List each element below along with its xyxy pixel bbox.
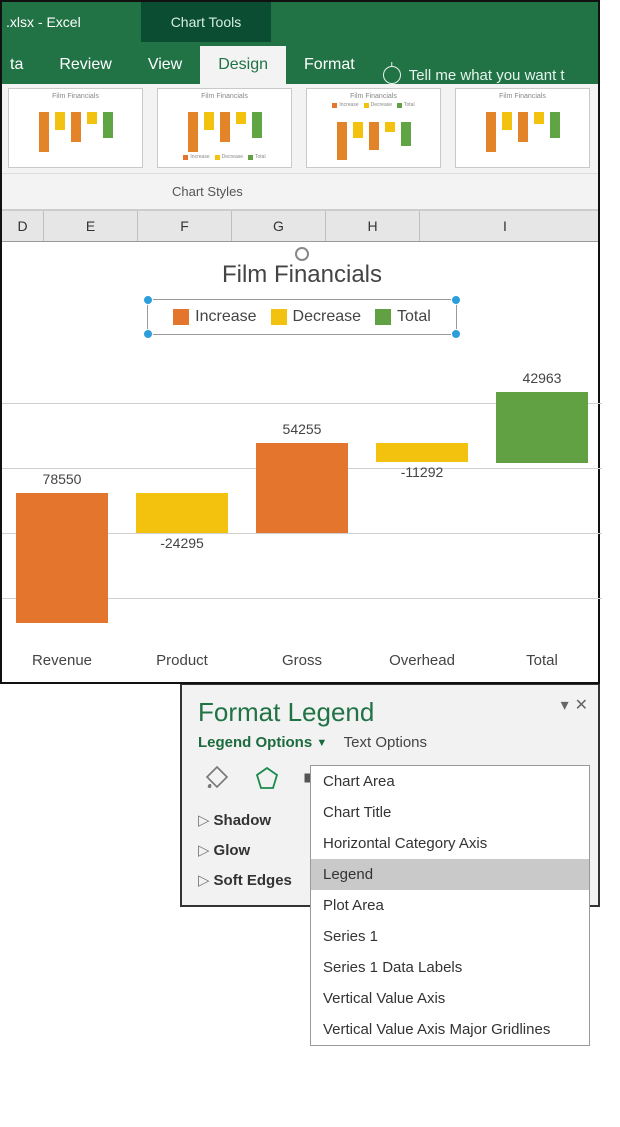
col-header[interactable]: I: [420, 211, 590, 241]
chart-styles-label: Chart Styles: [2, 174, 598, 210]
x-label: Overhead: [362, 652, 482, 669]
tab-view[interactable]: View: [130, 46, 200, 84]
legend-item-increase: Increase: [173, 308, 256, 326]
dropdown-item[interactable]: Plot Area: [311, 890, 589, 921]
pane-title: Format Legend: [198, 697, 598, 728]
x-axis: Revenue Product Gross Overhead Total: [2, 652, 602, 669]
tab-review[interactable]: Review: [41, 46, 129, 84]
col-header[interactable]: F: [138, 211, 232, 241]
effects-icon[interactable]: [252, 763, 282, 793]
bar-product[interactable]: [136, 493, 228, 533]
x-label: Revenue: [2, 652, 122, 669]
chart-style-thumb[interactable]: Film Financials: [8, 88, 143, 168]
color-swatch-icon: [375, 309, 391, 325]
dropdown-item[interactable]: Vertical Value Axis: [311, 983, 589, 1014]
dropdown-item[interactable]: Legend: [311, 859, 589, 890]
format-legend-pane: ▾ ✕ Format Legend Legend Options ▼ Text …: [180, 684, 600, 907]
dropdown-item[interactable]: Series 1: [311, 921, 589, 952]
x-label: Total: [482, 652, 602, 669]
chart-style-thumb[interactable]: Film Financials IncreaseDecreaseTotal: [306, 88, 441, 168]
chevron-down-icon: ▼: [316, 737, 327, 749]
x-label: Gross: [242, 652, 362, 669]
bar-overhead[interactable]: [376, 443, 468, 462]
col-header[interactable]: G: [232, 211, 326, 241]
data-label: 78550: [16, 471, 108, 487]
bar-total[interactable]: [496, 392, 588, 463]
chart-element-dropdown[interactable]: Chart Area Chart Title Horizontal Catego…: [310, 765, 590, 1046]
color-swatch-icon: [271, 309, 287, 325]
window-title: .xlsx - Excel: [6, 14, 141, 30]
legend-item-total: Total: [375, 308, 431, 326]
selection-handle[interactable]: [143, 329, 153, 339]
embedded-chart[interactable]: Film Financials Increase Decrease Total …: [2, 247, 602, 633]
tab-data[interactable]: ta: [2, 46, 41, 84]
dropdown-item[interactable]: Series 1 Data Labels: [311, 952, 589, 983]
dropdown-item[interactable]: Vertical Value Axis Major Gridlines: [311, 1014, 589, 1045]
selection-handle[interactable]: [451, 295, 461, 305]
tell-me-search[interactable]: Tell me what you want t: [373, 66, 575, 84]
tell-me-label: Tell me what you want t: [409, 67, 565, 84]
selection-handle[interactable]: [295, 247, 309, 261]
text-options-tab[interactable]: Text Options: [344, 734, 427, 751]
worksheet-area[interactable]: Film Financials Increase Decrease Total …: [2, 242, 598, 682]
col-header[interactable]: E: [44, 211, 138, 241]
data-label: 42963: [496, 370, 588, 386]
dropdown-item[interactable]: Chart Area: [311, 766, 589, 797]
chart-style-thumb[interactable]: Film Financials: [455, 88, 590, 168]
legend-item-decrease: Decrease: [271, 308, 361, 326]
plot-area[interactable]: 78550 -24295 54255 -11292 42963 Revenue …: [2, 363, 602, 633]
chart-legend[interactable]: Increase Decrease Total: [147, 299, 457, 335]
bar-gross[interactable]: [256, 443, 348, 533]
lightbulb-icon: [383, 66, 401, 84]
column-headers: D E F G H I: [2, 210, 598, 242]
selection-handle[interactable]: [451, 329, 461, 339]
legend-options-tab[interactable]: Legend Options ▼: [198, 734, 327, 751]
close-icon[interactable]: ✕: [575, 695, 588, 715]
fill-line-icon[interactable]: [202, 763, 232, 793]
data-label: -11292: [376, 464, 468, 480]
chart-title[interactable]: Film Financials: [2, 261, 602, 289]
selection-handle[interactable]: [143, 295, 153, 305]
chart-styles-gallery[interactable]: Film Financials Film Financials Increase…: [2, 84, 598, 174]
x-label: Product: [122, 652, 242, 669]
tab-design[interactable]: Design: [200, 46, 286, 84]
dropdown-item[interactable]: Horizontal Category Axis: [311, 828, 589, 859]
col-header[interactable]: H: [326, 211, 420, 241]
col-header[interactable]: D: [2, 211, 44, 241]
bar-revenue[interactable]: [16, 493, 108, 623]
pane-options-icon[interactable]: ▾: [561, 695, 569, 715]
chart-style-thumb[interactable]: Film Financials IncreaseDecreaseTotal: [157, 88, 292, 168]
contextual-tab-label: Chart Tools: [141, 2, 272, 42]
data-label: 54255: [256, 421, 348, 437]
ribbon-tabs: ta Review View Design Format Tell me wha…: [2, 42, 598, 84]
data-label: -24295: [136, 535, 228, 551]
color-swatch-icon: [173, 309, 189, 325]
dropdown-item[interactable]: Chart Title: [311, 797, 589, 828]
tab-format[interactable]: Format: [286, 46, 373, 84]
title-bar: .xlsx - Excel Chart Tools: [2, 2, 598, 42]
